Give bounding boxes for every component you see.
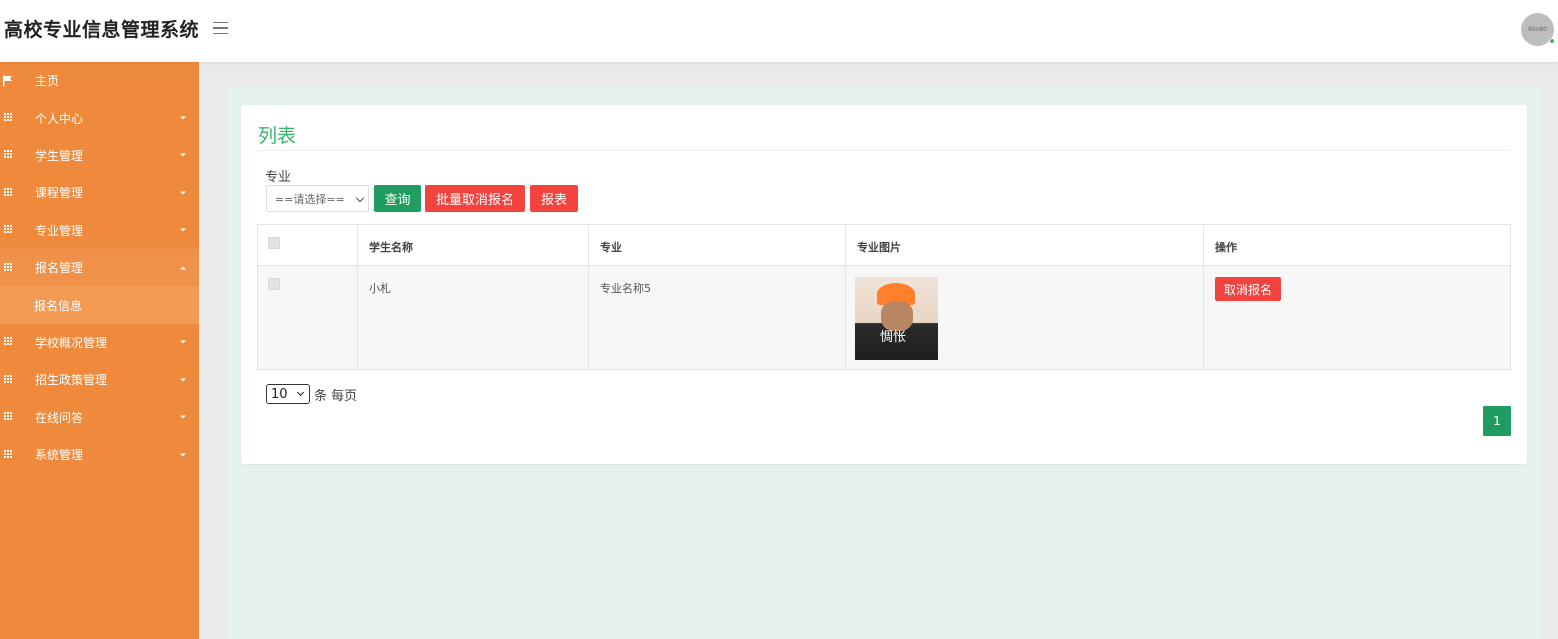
cancel-enrollment-button[interactable]: 取消报名 [1215, 277, 1281, 301]
sidebar-item-label: 学生管理 [35, 148, 84, 163]
sidebar-item-label: 个人中心 [35, 111, 84, 126]
page-size-select[interactable]: 10 [266, 384, 310, 404]
major-select-value: ==请选择== [275, 192, 345, 206]
caret-down-icon [180, 228, 186, 232]
row-checkbox-cell [257, 265, 358, 370]
enrollment-table: 学生名称 专业 专业图片 操作 小札 专业名称5 惆怅 取消报名 [257, 224, 1511, 370]
sidebar-item-label: 报名管理 [35, 261, 84, 276]
menu-toggle-icon[interactable] [213, 17, 231, 39]
caret-down-icon [180, 116, 186, 120]
sidebar-item-course-management[interactable]: 课程管理 [0, 174, 199, 211]
sidebar: 主页 个人中心 学生管理 课程管理 专业管理 报名管理 报名信息 学校概况管理 … [0, 62, 199, 639]
pagination-page-1[interactable]: 1 [1483, 406, 1511, 436]
main-area: 列表 专业 ==请选择== 查询 批量取消报名 报表 学生名称 专业 专业图片 … [199, 62, 1558, 639]
grid-icon [4, 262, 14, 273]
grid-icon [4, 449, 14, 460]
select-all-cell [257, 224, 358, 266]
major-cell: 专业名称5 [588, 265, 846, 370]
sidebar-item-enrollment-management[interactable]: 报名管理 [0, 248, 199, 287]
column-header: 操作 [1203, 224, 1511, 266]
sidebar-item-online-qa[interactable]: 在线问答 [0, 399, 199, 436]
major-select[interactable]: ==请选择== [266, 185, 369, 212]
sidebar-item-label: 招生政策管理 [35, 373, 108, 388]
grid-icon [4, 374, 14, 385]
sidebar-item-label: 学校概况管理 [35, 335, 108, 350]
student-name-cell: 小札 [357, 265, 589, 370]
caret-down-icon [180, 415, 186, 419]
major-filter-label: 专业 [265, 170, 292, 185]
row-checkbox[interactable] [268, 278, 280, 290]
caret-down-icon [180, 153, 186, 157]
select-all-checkbox[interactable] [268, 237, 280, 249]
online-status-dot [1549, 38, 1555, 44]
batch-cancel-button[interactable]: 批量取消报名 [425, 185, 525, 212]
sidebar-item-student-management[interactable]: 学生管理 [0, 137, 199, 174]
sidebar-item-label: 主页 [35, 74, 60, 89]
grid-icon [4, 187, 14, 198]
per-page-label: 条 每页 [314, 389, 358, 404]
table-row: 小札 专业名称5 惆怅 取消报名 [257, 265, 1511, 370]
image-caption: 惆怅 [880, 330, 907, 345]
caret-down-icon [180, 191, 186, 195]
caret-down-icon [180, 378, 186, 382]
major-image-cell: 惆怅 [845, 265, 1204, 370]
caret-down-icon [180, 453, 186, 457]
chevron-down-icon [355, 193, 365, 203]
sidebar-subitem-enrollment-info[interactable]: 报名信息 [0, 286, 199, 324]
report-button[interactable]: 报表 [530, 185, 578, 212]
sidebar-item-label: 专业管理 [35, 223, 84, 238]
column-header: 学生名称 [357, 224, 589, 266]
page-title: 列表 [258, 125, 297, 147]
grid-icon [4, 150, 14, 160]
sidebar-item-label: 系统管理 [35, 448, 84, 463]
chevron-down-icon [296, 388, 305, 397]
table-header-row: 学生名称 专业 专业图片 操作 [257, 224, 1511, 266]
column-header: 专业 [588, 224, 846, 266]
query-button[interactable]: 查询 [374, 185, 421, 212]
sidebar-item-label: 在线问答 [35, 410, 84, 425]
page-size-value: 10 [271, 386, 288, 402]
grid-icon [4, 113, 14, 123]
caret-up-icon [180, 266, 186, 270]
grid-icon [4, 337, 14, 347]
sidebar-item-major-management[interactable]: 专业管理 [0, 212, 199, 249]
sidebar-item-system-management[interactable]: 系统管理 [0, 436, 199, 473]
sidebar-item-label: 课程管理 [35, 186, 84, 201]
content-background: 列表 专业 ==请选择== 查询 批量取消报名 报表 学生名称 专业 专业图片 … [228, 86, 1541, 639]
top-header: 高校专业信息管理系统 80x80 [0, 0, 1558, 62]
grid-icon [4, 412, 14, 422]
divider [258, 150, 1510, 151]
sidebar-item-label: 报名信息 [34, 298, 83, 313]
column-header: 专业图片 [845, 224, 1204, 266]
list-card: 列表 专业 ==请选择== 查询 批量取消报名 报表 学生名称 专业 专业图片 … [241, 105, 1527, 464]
sidebar-item-personal-center[interactable]: 个人中心 [0, 99, 199, 136]
sidebar-item-home[interactable]: 主页 [0, 62, 199, 99]
major-image: 惆怅 [855, 277, 938, 360]
flag-icon [3, 75, 12, 87]
app-title: 高校专业信息管理系统 [4, 19, 200, 41]
caret-down-icon [180, 340, 186, 344]
sidebar-item-admission-policy[interactable]: 招生政策管理 [0, 361, 199, 398]
action-cell: 取消报名 [1203, 265, 1511, 370]
sidebar-item-school-overview[interactable]: 学校概况管理 [0, 324, 199, 361]
grid-icon [4, 225, 14, 235]
